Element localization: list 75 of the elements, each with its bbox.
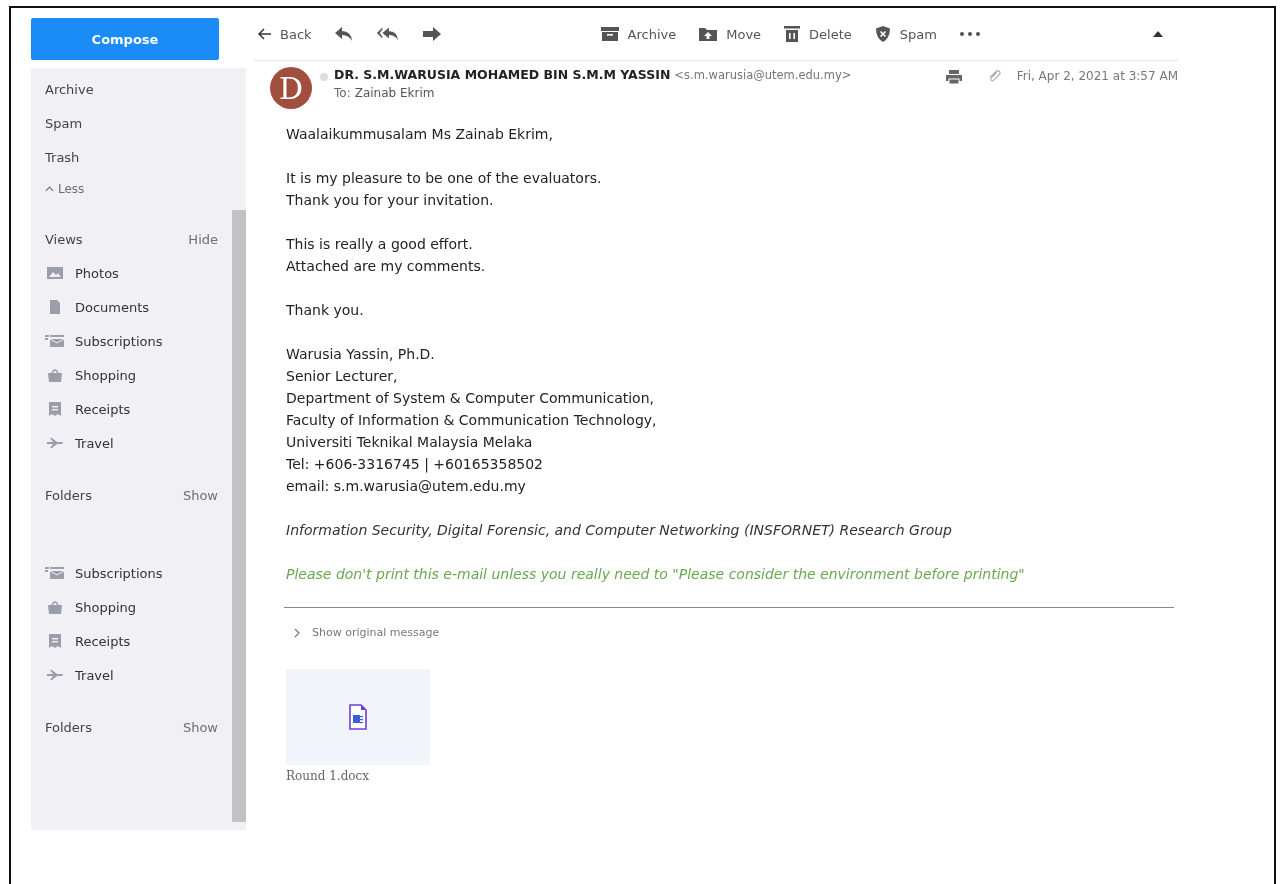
- body-text: Senior Lecturer,: [286, 367, 399, 386]
- picture-icon: [47, 267, 63, 279]
- avatar: D: [270, 67, 312, 109]
- recipient-name: Zainab Ekrim: [354, 86, 435, 100]
- sender-name: DR. S.M.WARUSIA MOHAMED BIN S.M.M YASSIN: [334, 67, 671, 82]
- caret-icon: [45, 186, 54, 192]
- status-dot: [320, 73, 328, 81]
- body-text: Faculty of Information & Communication Technology,: [286, 411, 658, 430]
- section-heading: Folders: [45, 719, 92, 735]
- sidebar-item[interactable]: Shopping: [45, 590, 137, 624]
- chevron-icon: [294, 627, 300, 638]
- toolbar-button[interactable]: Spam: [873, 25, 937, 43]
- section-toggle[interactable]: Show: [182, 719, 218, 735]
- body-text: Waalaikummusalam Ms Zainab Ekrim,: [286, 125, 554, 144]
- airplane-icon: [47, 670, 63, 680]
- body-text: Thank you for your invitation.: [286, 191, 495, 210]
- sidebar-item[interactable]: Receipts: [45, 624, 131, 658]
- reply-all-icon[interactable]: [375, 26, 400, 42]
- sidebar-item[interactable]: Spam: [45, 115, 83, 131]
- show-original-link[interactable]: Show original message: [286, 618, 440, 647]
- body-text: Information Security, Digital Forensic, and Computer Networking (INSFORNET) Research Group: [286, 521, 953, 540]
- section-heading: Folders: [45, 487, 92, 503]
- toolbar-button[interactable]: Archive: [599, 26, 677, 42]
- sidebar-item[interactable]: Receipts: [45, 392, 131, 426]
- word-document-icon: [348, 704, 368, 730]
- receipt-icon: [49, 634, 61, 648]
- receipt-icon: [49, 402, 61, 416]
- sidebar-item[interactable]: Travel: [45, 658, 114, 692]
- section-heading: Views: [45, 231, 83, 247]
- attachment-name[interactable]: Round 1.docx: [286, 769, 436, 783]
- sidebar-item[interactable]: Subscriptions: [45, 324, 163, 358]
- forward-icon[interactable]: [421, 26, 442, 42]
- more-icon[interactable]: [958, 31, 981, 37]
- body-text: Thank you.: [286, 301, 365, 320]
- shopping-bag-icon: [48, 601, 62, 614]
- back-button[interactable]: Back: [258, 26, 312, 42]
- up-arrow-icon[interactable]: [1152, 30, 1164, 38]
- sender-email: <s.m.warusia@utem.edu.my>: [674, 68, 852, 82]
- attachment-thumbnail[interactable]: [286, 669, 430, 765]
- airplane-icon: [47, 438, 63, 448]
- envelope-stack-icon: [45, 567, 65, 579]
- toolbar-button[interactable]: Delete: [783, 25, 852, 43]
- body-text: Attached are my comments.: [286, 257, 487, 276]
- sidebar-item[interactable]: Shopping: [45, 358, 137, 392]
- scrollbar[interactable]: [232, 210, 246, 822]
- body-text: Tel: +606-3316745 | +60165358502: [286, 455, 545, 475]
- sidebar-item[interactable]: Subscriptions: [45, 556, 163, 590]
- recipient-label: To:: [334, 86, 351, 100]
- shopping-bag-icon: [48, 369, 62, 382]
- printer-icon[interactable]: [944, 69, 963, 85]
- less-toggle[interactable]: Less: [45, 174, 85, 204]
- folder-arrow-icon: [699, 28, 718, 41]
- sidebar-item[interactable]: Archive: [45, 81, 94, 97]
- body-text: email: s.m.warusia@utem.edu.my: [286, 477, 527, 496]
- body-text: This is really a good effort.: [286, 235, 474, 254]
- body-text: Universiti Teknikal Malaysia Melaka: [286, 433, 534, 452]
- sidebar-item[interactable]: Photos: [45, 256, 119, 290]
- sidebar-item[interactable]: Trash: [45, 149, 80, 165]
- toolbar-button[interactable]: Move: [698, 26, 762, 42]
- body-text: It is my pleasure to be one of the evaluators.: [286, 169, 603, 188]
- sidebar-item[interactable]: Travel: [45, 426, 114, 460]
- archive-box-icon: [600, 27, 619, 41]
- sidebar-item[interactable]: Documents: [45, 290, 150, 324]
- envelope-stack-icon: [45, 335, 65, 347]
- left-arrow-icon: [258, 28, 272, 40]
- section-toggle[interactable]: Hide: [188, 231, 218, 247]
- body-text: Warusia Yassin, Ph.D.: [286, 345, 436, 364]
- trash-icon: [784, 26, 801, 42]
- message-date: Fri, Apr 2, 2021 at 3:57 AM: [1016, 69, 1178, 83]
- shield-icon: [875, 26, 890, 42]
- body-text: Department of System & Computer Communication,: [286, 389, 655, 408]
- body-text: Please don't print this e-mail unless you really need to "Please consider the environment before printing": [286, 565, 1026, 584]
- document-icon: [50, 300, 60, 314]
- reply-icon[interactable]: [333, 26, 354, 42]
- section-toggle[interactable]: Show: [182, 487, 218, 503]
